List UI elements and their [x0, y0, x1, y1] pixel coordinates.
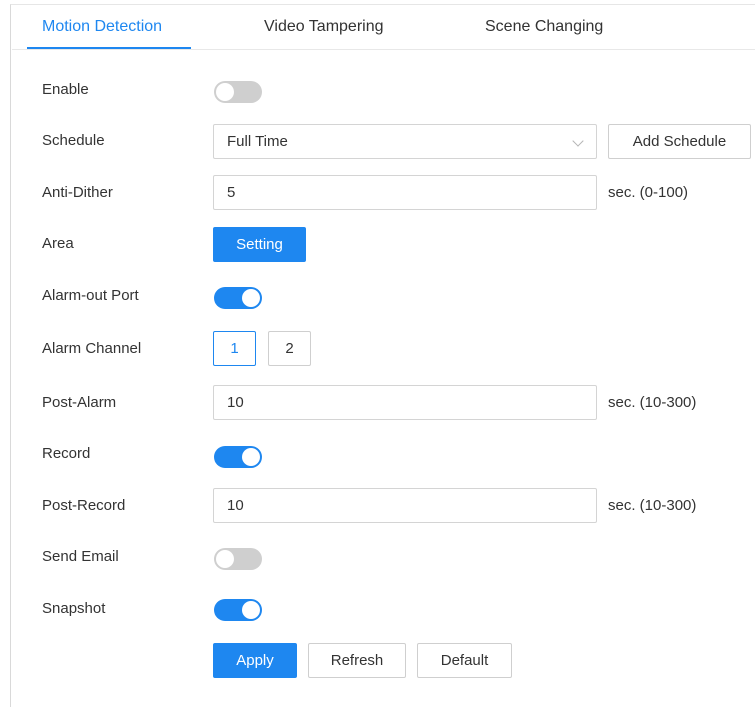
post-alarm-label: Post-Alarm — [42, 394, 117, 411]
active-tab-indicator — [27, 47, 191, 49]
alarm-channel-option-2[interactable]: 2 — [268, 331, 311, 366]
post-alarm-input[interactable]: 10 — [213, 385, 597, 420]
area-setting-button[interactable]: Setting — [213, 227, 306, 262]
alarm-out-port-toggle[interactable] — [214, 287, 262, 309]
post-alarm-unit: sec. (10-300) — [608, 394, 697, 411]
toggle-knob — [216, 550, 234, 568]
area-label: Area — [42, 235, 74, 252]
tab-bar: Motion Detection Video Tampering Scene C… — [12, 6, 755, 50]
default-button[interactable]: Default — [417, 643, 512, 678]
alarm-out-port-label: Alarm-out Port — [42, 287, 139, 304]
post-record-input[interactable]: 10 — [213, 488, 597, 523]
tab-video-tampering[interactable]: Video Tampering — [264, 6, 384, 48]
anti-dither-input[interactable]: 5 — [213, 175, 597, 210]
toggle-knob — [242, 601, 260, 619]
record-label: Record — [42, 445, 91, 462]
tab-motion-detection[interactable]: Motion Detection — [42, 6, 162, 48]
toggle-knob — [216, 83, 234, 101]
toggle-knob — [242, 289, 260, 307]
snapshot-label: Snapshot — [42, 600, 106, 617]
anti-dither-unit: sec. (0-100) — [608, 184, 689, 201]
alarm-channel-option-1[interactable]: 1 — [213, 331, 256, 366]
snapshot-toggle[interactable] — [214, 599, 262, 621]
schedule-select[interactable]: Full Time — [213, 124, 597, 159]
anti-dither-label: Anti-Dither — [42, 184, 113, 201]
alarm-channel-label: Alarm Channel — [42, 340, 142, 357]
tab-scene-changing[interactable]: Scene Changing — [485, 6, 603, 48]
toggle-knob — [242, 448, 260, 466]
apply-button[interactable]: Apply — [213, 643, 297, 678]
enable-toggle[interactable] — [214, 81, 262, 103]
post-record-unit: sec. (10-300) — [608, 497, 697, 514]
post-record-label: Post-Record — [42, 497, 126, 514]
add-schedule-button[interactable]: Add Schedule — [608, 124, 751, 159]
send-email-toggle[interactable] — [214, 548, 262, 570]
schedule-value: Full Time — [227, 133, 288, 150]
record-toggle[interactable] — [214, 446, 262, 468]
chevron-down-icon — [572, 135, 584, 147]
enable-label: Enable — [42, 81, 89, 98]
schedule-label: Schedule — [42, 132, 105, 149]
refresh-button[interactable]: Refresh — [308, 643, 406, 678]
send-email-label: Send Email — [42, 548, 119, 565]
